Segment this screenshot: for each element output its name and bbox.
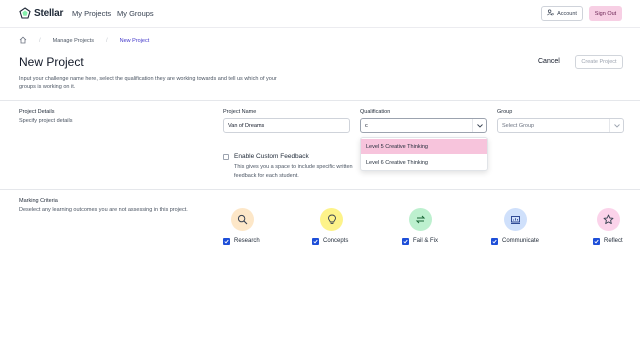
divider (0, 189, 640, 190)
create-project-button[interactable]: Create Project (575, 55, 623, 69)
lightbulb-icon (320, 208, 343, 231)
account-button[interactable]: Account (541, 6, 583, 21)
nav-my-groups[interactable]: My Groups (117, 9, 154, 18)
group-select[interactable]: Select Group (497, 118, 624, 133)
home-icon[interactable] (19, 36, 27, 46)
breadcrumb-manage-projects[interactable]: Manage Projects (53, 38, 94, 44)
qualification-label: Qualification (360, 109, 391, 115)
fail-fix-checkbox[interactable] (402, 238, 409, 245)
concepts-label: Concepts (323, 238, 349, 244)
group-label: Group (497, 109, 513, 115)
custom-feedback-description: This gives you a space to include specif… (234, 164, 353, 179)
marking-criteria-subtitle: Deselect any learning outcomes you are n… (19, 207, 188, 213)
concepts-checkbox[interactable] (312, 238, 319, 245)
project-name-value: Van of Dreams (228, 122, 265, 129)
magnifier-icon (231, 208, 254, 231)
page-title: New Project (19, 55, 84, 69)
qualification-select[interactable]: c (360, 118, 487, 133)
group-placeholder: Select Group (502, 122, 535, 129)
stellar-logo-icon (19, 7, 31, 19)
refresh-icon (409, 208, 432, 231)
qualification-input-value: c (365, 122, 368, 129)
research-label: Research (234, 238, 260, 244)
breadcrumb: / Manage Projects / New Project (19, 36, 150, 46)
divider (0, 100, 640, 101)
top-navbar: Stellar My Projects My Groups Account Si… (0, 0, 640, 28)
custom-feedback-label: Enable Custom Feedback (234, 153, 309, 160)
research-checkbox[interactable] (223, 238, 230, 245)
communicate-label: Communicate (502, 238, 540, 244)
presentation-icon (504, 208, 527, 231)
cancel-button[interactable]: Cancel (538, 58, 560, 65)
project-details-subtitle: Specify project details (19, 118, 73, 124)
project-details-title: Project Details (19, 109, 55, 115)
project-name-label: Project Name (223, 109, 257, 115)
user-settings-icon (547, 9, 554, 18)
qualification-dropdown: Level 5 Creative Thinking Level 6 Creati… (360, 137, 488, 171)
nav-my-projects[interactable]: My Projects (72, 9, 111, 18)
sign-out-button[interactable]: Sign Out (589, 6, 622, 21)
fail-fix-label: Fail & Fix (413, 238, 439, 244)
breadcrumb-separator: / (105, 38, 108, 44)
app-name: Stellar (34, 7, 64, 19)
chevron-down-icon[interactable] (609, 119, 623, 132)
breadcrumb-current: New Project (119, 38, 150, 44)
project-name-input[interactable]: Van of Dreams (223, 118, 350, 133)
communicate-checkbox[interactable] (491, 238, 498, 245)
dropdown-option[interactable]: Level 5 Creative Thinking (361, 139, 487, 154)
logo[interactable]: Stellar (19, 7, 63, 19)
account-label: Account (557, 10, 577, 17)
custom-feedback-checkbox[interactable] (223, 154, 229, 160)
dropdown-option[interactable]: Level 6 Creative Thinking (361, 155, 487, 170)
chevron-down-icon[interactable] (472, 119, 486, 132)
page-description: Input your challenge name here, select t… (19, 76, 277, 90)
reflect-checkbox[interactable] (593, 238, 600, 245)
marking-criteria-title: Marking Criteria (19, 198, 58, 204)
reflect-label: Reflect (604, 238, 623, 244)
breadcrumb-separator: / (39, 38, 41, 44)
star-icon (597, 208, 620, 231)
